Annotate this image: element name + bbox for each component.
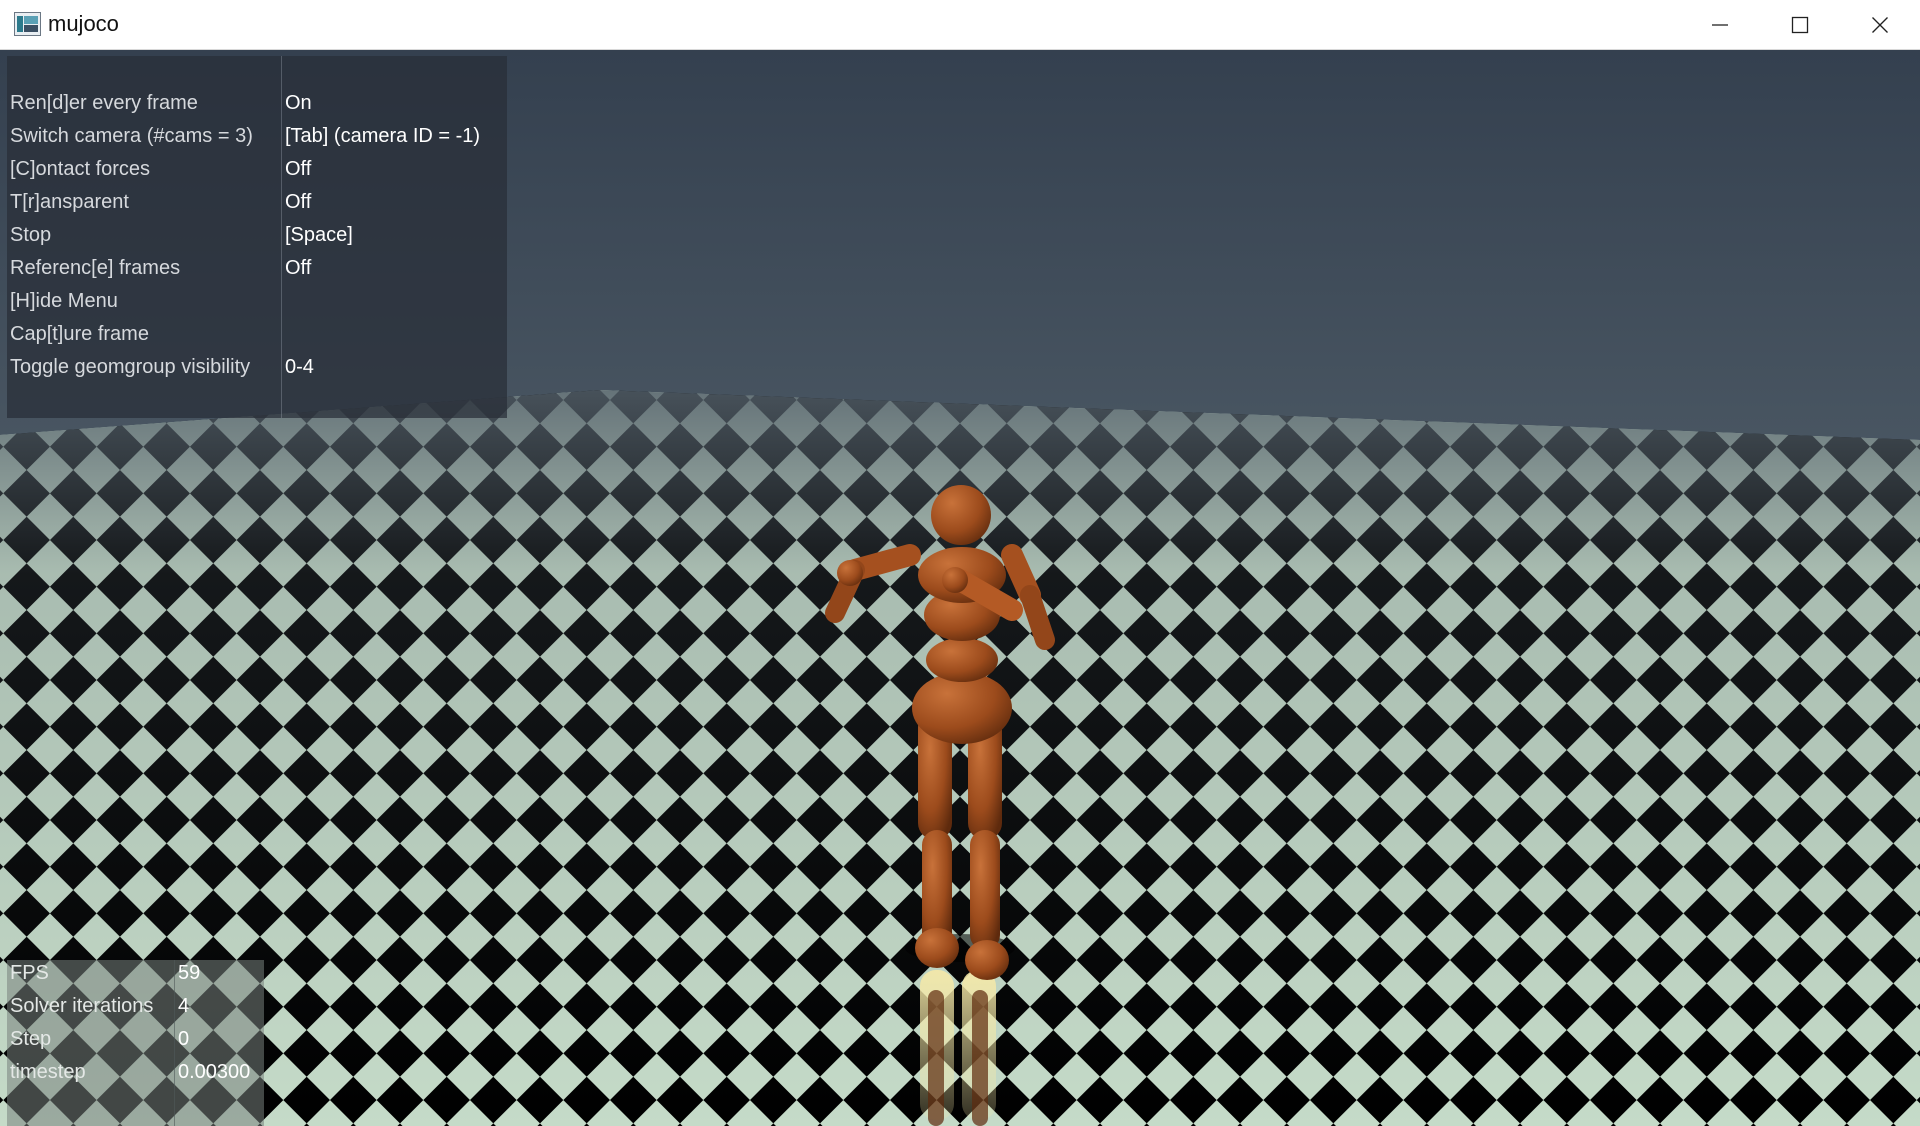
menu-item-value: Off — [285, 191, 312, 213]
maximize-icon — [1791, 16, 1809, 34]
menu-item-value: Off — [285, 257, 312, 279]
close-button[interactable] — [1840, 0, 1920, 49]
menu-item-value: 0-4 — [285, 356, 314, 378]
menu-item-label: Ren[d]er every frame — [10, 92, 198, 114]
menu-item-label: T[r]ansparent — [10, 191, 129, 213]
info-item-label: Step — [10, 1028, 52, 1050]
close-icon — [1871, 16, 1889, 34]
menu-item-value: On — [285, 92, 312, 114]
info-item-label: Solver iterations — [10, 995, 154, 1017]
info-item-value: 59 — [178, 962, 201, 984]
menu-column-divider — [281, 56, 282, 418]
menu-item-value: [Tab] (camera ID = -1) — [285, 125, 481, 147]
menu-item-label: [C]ontact forces — [10, 158, 151, 180]
menu-item-value: Off — [285, 158, 312, 180]
info-item-label: FPS — [10, 962, 49, 984]
menu-item-label: Toggle geomgroup visibility — [10, 356, 251, 378]
info-column-divider — [174, 960, 175, 1126]
info-item-value: 4 — [178, 995, 190, 1017]
menu-item-label: Referenc[e] frames — [10, 257, 181, 279]
maximize-button[interactable] — [1760, 0, 1840, 49]
menu-item-label: [H]ide Menu — [10, 290, 118, 312]
menu-item-label: Cap[t]ure frame — [10, 323, 149, 345]
info-item-label: timestep — [10, 1061, 86, 1083]
info-item-value: 0.00300 — [178, 1061, 251, 1083]
info-item-value: 0 — [178, 1028, 190, 1050]
minimize-button[interactable] — [1680, 0, 1760, 49]
menu-item-label: Switch camera (#cams = 3) — [10, 125, 253, 147]
mujoco-app-icon — [14, 12, 41, 36]
title-bar: mujoco — [0, 0, 1920, 50]
window-title: mujoco — [48, 11, 119, 36]
minimize-icon — [1711, 16, 1729, 34]
menu-item-value: [Space] — [285, 224, 353, 246]
menu-item-label: Stop — [10, 224, 52, 246]
